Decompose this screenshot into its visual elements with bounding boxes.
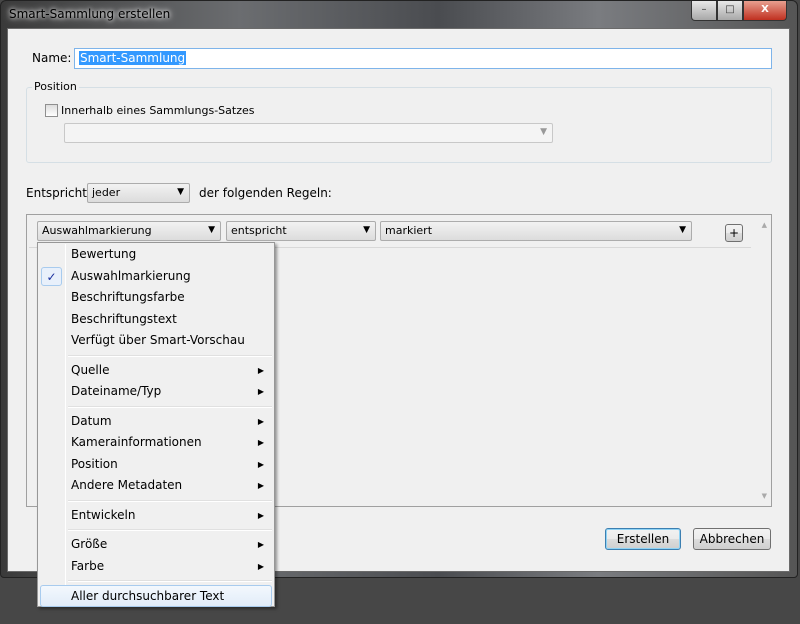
menu-item[interactable]: Beschriftungsfarbe <box>38 287 274 309</box>
rule-operator-value: entspricht <box>231 224 287 237</box>
rule-value-value: markiert <box>385 224 433 237</box>
position-group-label: Position <box>32 80 79 93</box>
menu-item-label: Andere Metadaten <box>71 478 183 492</box>
collection-set-select[interactable]: ▼ <box>64 123 553 143</box>
menu-item-label: Beschriftungstext <box>71 311 177 326</box>
rule-operator-select[interactable]: entspricht ▼ <box>226 221 376 241</box>
collection-set-checkbox[interactable] <box>45 104 58 117</box>
minimize-button[interactable]: – <box>691 1 717 21</box>
menu-item-label: Auswahlmarkierung <box>71 268 191 283</box>
submenu-arrow-icon: ▶ <box>257 561 264 571</box>
submenu-arrow-icon: ▶ <box>257 416 264 426</box>
menu-separator <box>38 497 274 505</box>
match-mode-value: jeder <box>92 186 121 199</box>
menu-item[interactable]: Quelle ▶ <box>38 360 274 382</box>
scroll-up-icon[interactable]: ▲ <box>762 221 767 229</box>
chevron-down-icon: ▼ <box>363 225 370 235</box>
submenu-arrow-icon: ▶ <box>257 481 264 490</box>
window-title: Smart-Sammlung erstellen <box>9 7 171 21</box>
menu-item-label: Entwickeln <box>71 507 136 522</box>
name-label: Name: <box>32 51 72 65</box>
rule-field-select[interactable]: Auswahlmarkierung ▼ <box>37 221 221 241</box>
menu-item[interactable]: Beschriftungstext <box>38 309 274 331</box>
match-suffix: der folgenden Regeln: <box>199 186 332 200</box>
checkmark-icon: ✓ <box>41 266 62 286</box>
menu-item[interactable]: Verfügt über Smart-Vorschau <box>38 330 274 352</box>
menu-item-label: Beschriftungsfarbe <box>71 290 185 304</box>
chevron-down-icon: ▼ <box>208 225 215 235</box>
menu-item-label: Bewertung <box>71 247 137 261</box>
menu-item-label: Datum <box>71 413 112 428</box>
menu-item[interactable]: Andere Metadaten ▶ <box>38 475 274 497</box>
menu-separator <box>38 577 274 585</box>
close-button[interactable]: X <box>743 1 787 21</box>
menu-item-label: Farbe <box>71 558 105 573</box>
create-button[interactable]: Erstellen <box>605 528 681 550</box>
menu-item[interactable]: Position ▶ <box>38 454 274 476</box>
menu-item-label: Dateiname/Typ <box>71 384 162 398</box>
match-mode-select[interactable]: jeder ▼ <box>87 183 190 203</box>
menu-item[interactable]: Bewertung <box>38 244 274 266</box>
submenu-arrow-icon: ▶ <box>257 510 264 520</box>
rule-field-value: Auswahlmarkierung <box>42 224 152 237</box>
rule-value-select[interactable]: markiert ▼ <box>380 221 692 241</box>
menu-item[interactable]: Datum ▶ <box>38 411 274 433</box>
chevron-down-icon: ▼ <box>540 127 547 137</box>
collection-set-checkbox-label: Innerhalb eines Sammlungs-Satzes <box>61 104 255 117</box>
menu-separator <box>38 526 274 534</box>
submenu-arrow-icon: ▶ <box>257 387 264 396</box>
cancel-button[interactable]: Abbrechen <box>693 528 771 550</box>
scroll-down-icon[interactable]: ▼ <box>762 492 767 500</box>
rule-field-dropdown-menu: Bewertung ✓ Auswahlmarkierung Beschriftungs… <box>37 242 275 607</box>
menu-item[interactable]: ✓ Auswahlmarkierung <box>38 266 274 288</box>
menu-item[interactable]: Größe ▶ <box>38 534 274 556</box>
chevron-down-icon: ▼ <box>177 187 184 197</box>
maximize-button[interactable]: □ <box>717 1 743 21</box>
submenu-arrow-icon: ▶ <box>257 459 264 469</box>
menu-item[interactable]: Aller durchsuchbarer Text <box>40 585 272 607</box>
menu-item-label: Quelle <box>71 362 110 377</box>
menu-separator <box>38 403 274 411</box>
menu-item-label: Position <box>71 456 118 471</box>
menu-item[interactable]: Entwickeln ▶ <box>38 505 274 527</box>
menu-item-label: Kamerainformationen <box>71 435 202 449</box>
menu-item-label: Aller durchsuchbarer Text <box>71 589 225 603</box>
name-value: Smart-Sammlung <box>79 51 187 65</box>
menu-item[interactable]: Farbe ▶ <box>38 556 274 578</box>
add-rule-button[interactable]: + <box>725 224 743 242</box>
menu-item[interactable]: Kamerainformationen ▶ <box>38 432 274 454</box>
menu-item-label: Verfügt über Smart-Vorschau <box>71 333 245 347</box>
submenu-arrow-icon: ▶ <box>257 365 264 375</box>
chevron-down-icon: ▼ <box>679 225 686 235</box>
menu-item[interactable]: Dateiname/Typ ▶ <box>38 381 274 403</box>
match-prefix: Entspricht <box>26 186 87 200</box>
submenu-arrow-icon: ▶ <box>257 438 264 447</box>
menu-item-label: Größe <box>71 537 108 551</box>
name-input[interactable]: Smart-Sammlung <box>74 48 772 69</box>
submenu-arrow-icon: ▶ <box>257 540 264 549</box>
menu-separator <box>38 352 274 360</box>
